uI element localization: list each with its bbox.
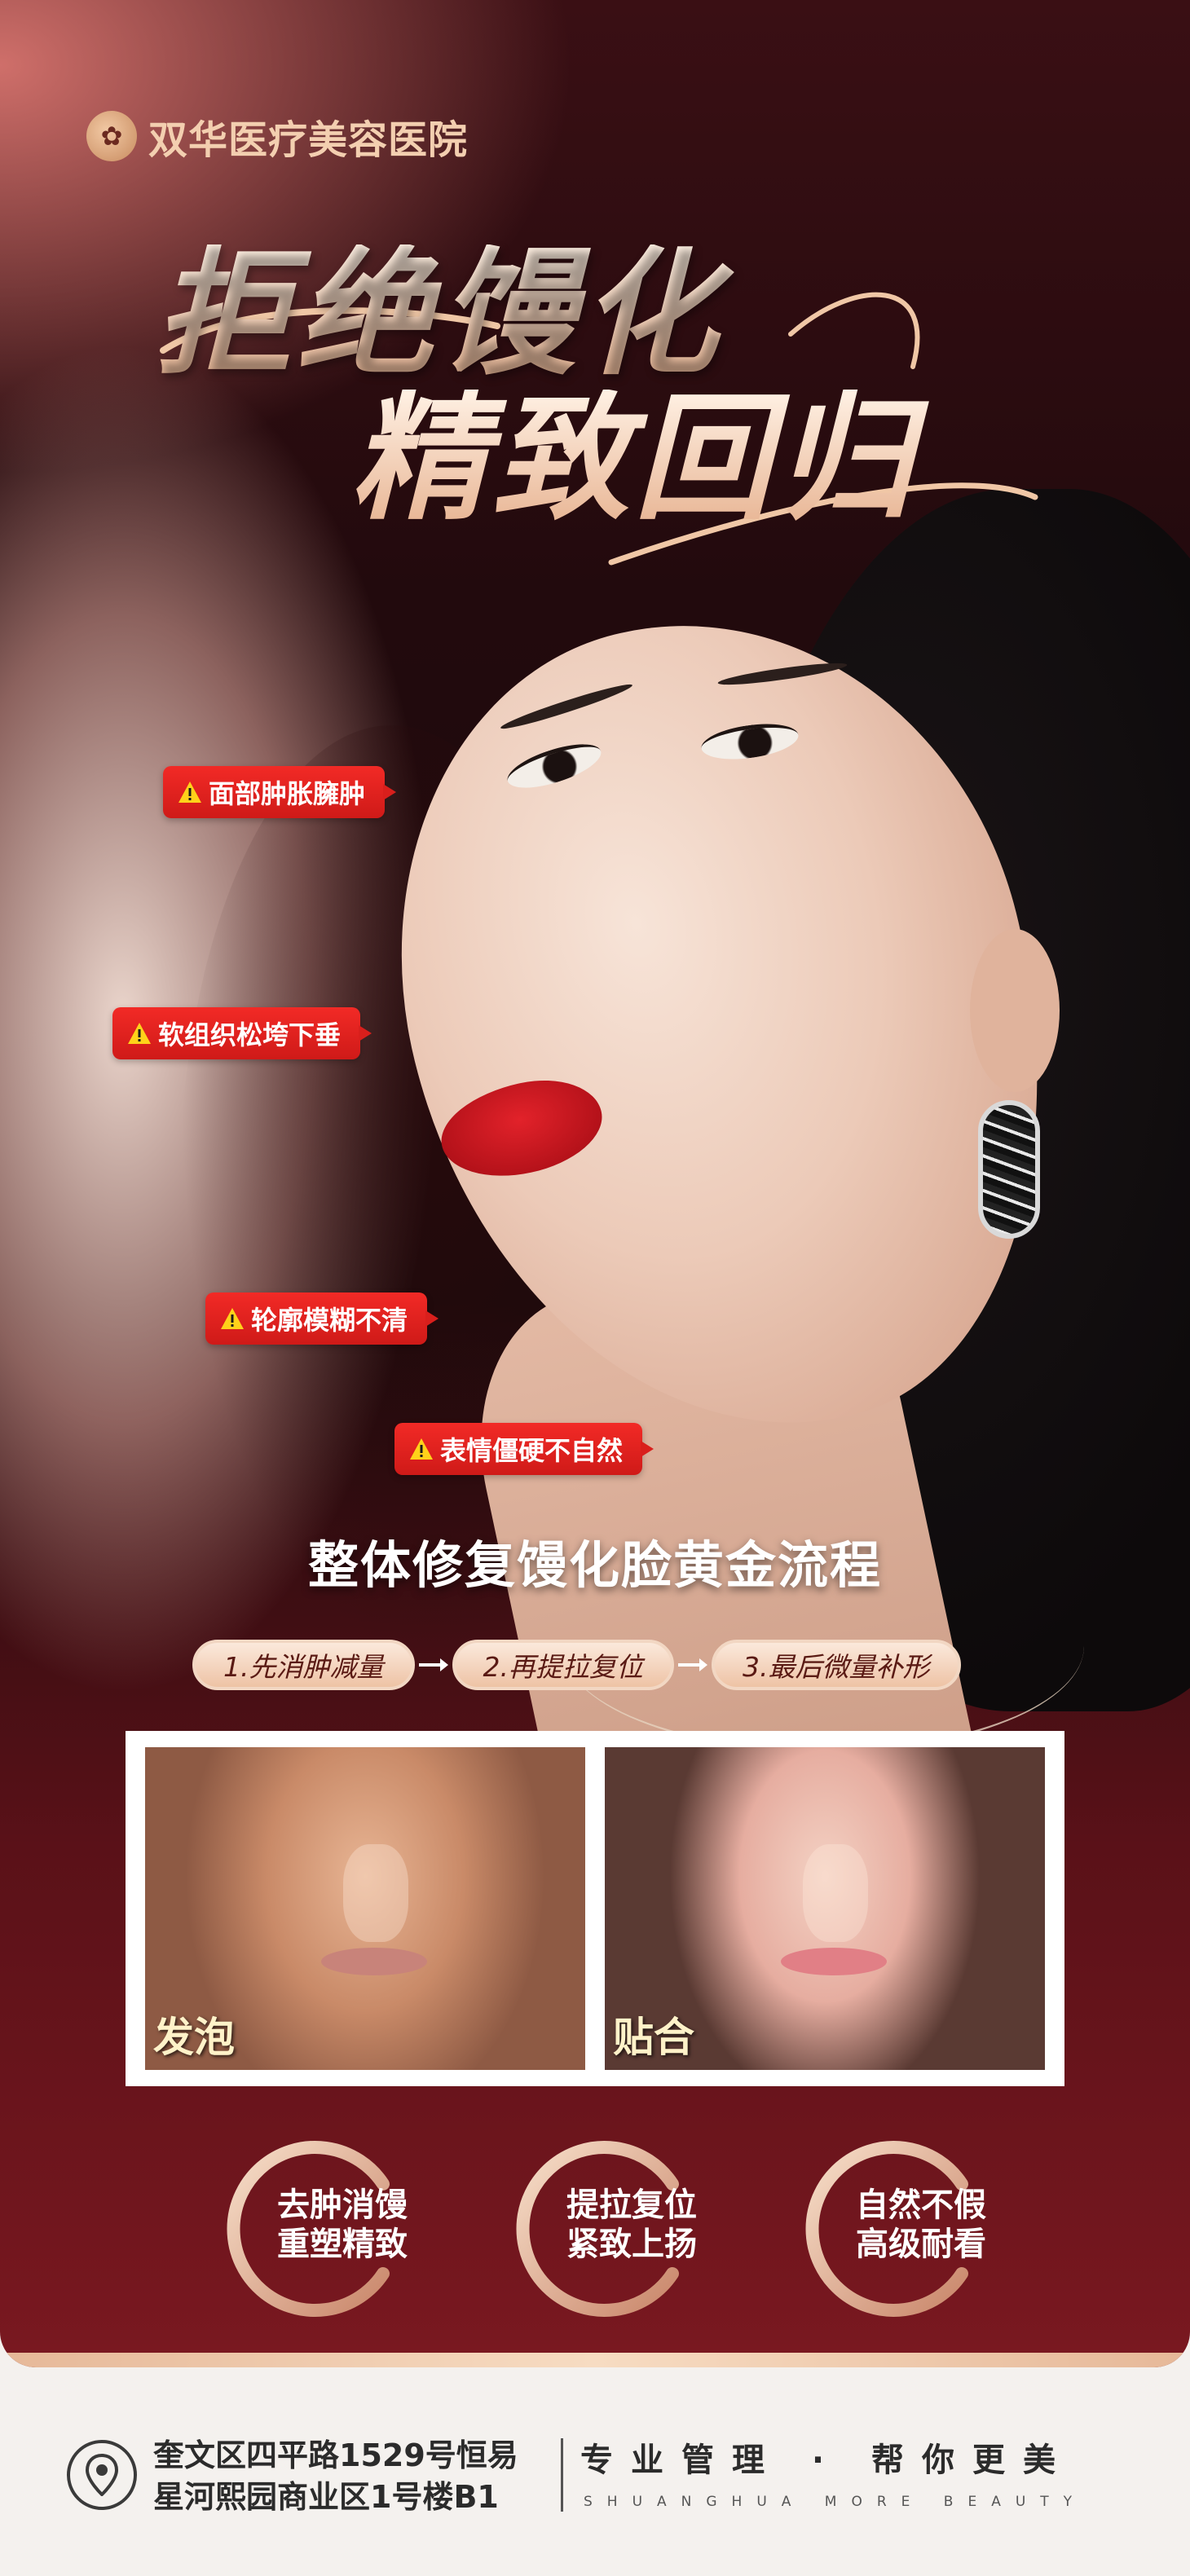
benefits-row: 去肿消馒 重塑精致 提拉复位 紧致上扬 自然不假 高级耐看	[220, 2135, 1035, 2323]
slogan: 专业管理 · 帮你更美	[580, 2442, 1074, 2479]
warning-icon	[221, 1308, 244, 1329]
arrow-right-icon	[674, 1640, 712, 1690]
brand-logo: ✿ 双华医疗美容医院	[86, 108, 468, 165]
process-step: 2.再提拉复位	[452, 1640, 674, 1690]
footer-divider	[561, 2438, 563, 2512]
benefit-line1: 提拉复位	[566, 2186, 697, 2224]
warning-tag: 软组织松垮下垂	[112, 1007, 372, 1059]
poster: ✿ 双华医疗美容医院 拒绝馒化 精致回归 面部肿胀臃肿 软组织松垮下垂 轮廓模糊…	[0, 0, 1190, 2367]
brand-name: 双华医疗美容医院	[148, 117, 469, 163]
address-line1: 奎文区四平路1529号恒易	[153, 2437, 518, 2473]
address-line2: 星河熙园商业区1号楼B1	[153, 2479, 499, 2516]
process-steps: 1.先消肿减量 2.再提拉复位 3.最后微量补形	[192, 1640, 961, 1690]
earring	[978, 1100, 1040, 1239]
lotus-icon: ✿	[86, 111, 137, 161]
benefit-line2: 重塑精致	[277, 2226, 408, 2263]
process-title: 整体修复馒化脸黄金流程	[307, 1535, 882, 1595]
before-after-comparison: 发泡 贴合	[126, 1731, 1064, 2086]
ear	[970, 929, 1060, 1092]
after-photo: 贴合	[605, 1747, 1045, 2070]
benefit-item: 去肿消馒 重塑精致	[220, 2135, 456, 2323]
mouth-shape	[321, 1947, 427, 1975]
model-portrait	[179, 456, 1190, 1880]
warning-label: 面部肿胀臃肿	[209, 778, 366, 809]
benefit-line2: 高级耐看	[856, 2226, 986, 2263]
warning-icon	[178, 782, 201, 803]
benefit-text: 自然不假 高级耐看	[856, 2186, 986, 2264]
warning-tag: 轮廓模糊不清	[205, 1292, 439, 1345]
warning-icon	[128, 1023, 151, 1044]
warning-label: 软组织松垮下垂	[158, 1019, 342, 1050]
benefit-line2: 紧致上扬	[566, 2226, 697, 2263]
headline: 拒绝馒化 精致回归	[155, 244, 1011, 526]
benefit-item: 提拉复位 紧致上扬	[509, 2135, 746, 2323]
benefit-line1: 去肿消馒	[277, 2186, 408, 2224]
nose-shape	[343, 1843, 408, 1942]
benefit-line1: 自然不假	[856, 2186, 986, 2224]
benefit-text: 去肿消馒 重塑精致	[277, 2186, 408, 2264]
before-label: 发泡	[153, 2013, 235, 2061]
process-step: 1.先消肿减量	[192, 1640, 415, 1690]
warning-label: 轮廓模糊不清	[251, 1305, 408, 1336]
before-photo: 发泡	[145, 1747, 585, 2070]
process-step: 3.最后微量补形	[712, 1640, 961, 1690]
location-pin-icon	[67, 2440, 137, 2510]
mouth-shape	[781, 1947, 887, 1975]
arrow-right-icon	[415, 1640, 452, 1690]
after-label: 贴合	[613, 2013, 694, 2061]
headline-line1: 拒绝馒化	[155, 244, 1011, 381]
benefit-text: 提拉复位 紧致上扬	[566, 2186, 697, 2264]
warning-tag: 表情僵硬不自然	[394, 1423, 654, 1475]
benefit-item: 自然不假 高级耐看	[799, 2135, 1035, 2323]
nose-shape	[803, 1843, 868, 1942]
warning-icon	[410, 1438, 433, 1460]
slogan-en: SHUANGHUA MORE BEAUTY	[584, 2494, 1087, 2510]
address: 奎文区四平路1529号恒易 星河熙园商业区1号楼B1	[153, 2435, 518, 2519]
warning-label: 表情僵硬不自然	[440, 1435, 624, 1466]
headline-line2: 精致回归	[350, 390, 1011, 526]
warning-tag: 面部肿胀臃肿	[163, 766, 397, 818]
